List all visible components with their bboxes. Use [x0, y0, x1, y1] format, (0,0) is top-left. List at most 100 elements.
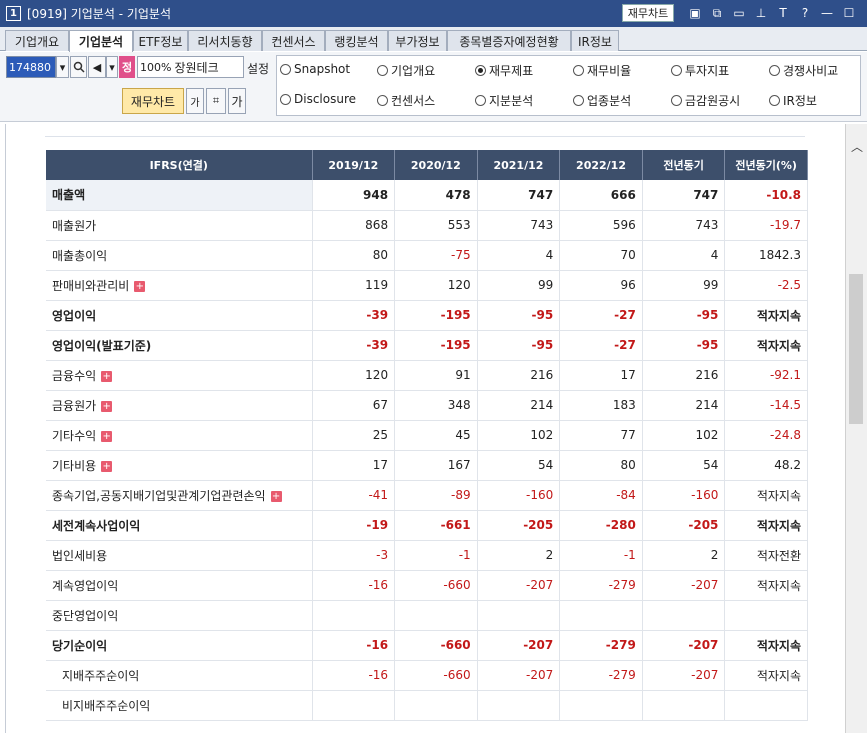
table-cell: 99	[642, 270, 726, 301]
content-divider	[45, 136, 805, 137]
radio-option-4[interactable]: 투자지표	[671, 62, 729, 79]
code-dropdown-icon[interactable]: ▾	[56, 56, 69, 78]
chart-icon[interactable]: ▣	[686, 4, 704, 22]
row-label: 중단영업이익	[46, 600, 313, 631]
table-cell: -207	[642, 570, 726, 601]
radio-dot-icon[interactable]	[769, 65, 780, 76]
radio-option-1[interactable]: 기업개요	[377, 62, 435, 79]
radio-dot-icon[interactable]	[573, 65, 584, 76]
zoom-label: 100%	[140, 60, 172, 74]
fit-icon[interactable]: ⌗	[206, 88, 226, 114]
table-row: 중단영업이익	[46, 600, 808, 631]
table-cell: 183	[559, 390, 643, 421]
tab-3[interactable]: 리서치동향	[188, 30, 262, 51]
maximize-icon[interactable]: ☐	[840, 4, 858, 22]
tab-8[interactable]: IR정보	[571, 30, 619, 51]
scroll-thumb[interactable]	[849, 274, 863, 424]
radio-dot-icon[interactable]	[671, 65, 682, 76]
scroll-up-icon[interactable]: ︿	[851, 138, 863, 155]
table-cell: 2	[477, 540, 561, 571]
radio-dot-icon[interactable]	[671, 95, 682, 106]
table-row: 판매비와관리비 +119 120 99 96 99 -2.5	[46, 270, 808, 301]
radio-option-9[interactable]: 업종분석	[573, 92, 631, 109]
radio-option-3[interactable]: 재무비율	[573, 62, 631, 79]
radio-dot-icon[interactable]	[377, 65, 388, 76]
table-cell	[477, 600, 561, 631]
tab-1[interactable]: 기업분석	[69, 30, 133, 52]
column-header[interactable]: 전년동기	[642, 150, 726, 180]
row-label-text: 중단영업이익	[52, 608, 119, 623]
finance-chart-button[interactable]: 재무차트	[122, 88, 184, 114]
expand-plus-icon[interactable]: +	[134, 280, 146, 292]
restore-icon[interactable]: ⧉	[708, 4, 726, 22]
menu-dropdown-icon[interactable]: ▾	[106, 56, 118, 78]
column-header[interactable]: 2020/12	[394, 150, 478, 180]
table-cell	[642, 600, 726, 631]
minimize-icon[interactable]: —	[818, 4, 836, 22]
table-cell: -16	[312, 660, 396, 691]
tab-0[interactable]: 기업개요	[5, 30, 69, 51]
font-increase-icon[interactable]: 가	[228, 88, 246, 114]
expand-plus-icon[interactable]: +	[101, 430, 113, 442]
expand-plus-icon[interactable]: +	[101, 370, 113, 382]
search-icon[interactable]	[70, 56, 87, 78]
radio-option-2[interactable]: 재무제표	[475, 62, 533, 79]
tab-4[interactable]: 컨센서스	[262, 30, 325, 51]
stock-code-input[interactable]: 174880	[6, 56, 56, 78]
help-icon[interactable]: ?	[796, 4, 814, 22]
radio-option-10[interactable]: 금감원공시	[671, 92, 740, 109]
radio-label: 재무제표	[489, 64, 534, 78]
pin-icon[interactable]: ⊥	[752, 4, 770, 22]
radio-dot-icon[interactable]	[377, 95, 388, 106]
font-decrease-icon[interactable]: 가	[186, 88, 204, 114]
radio-option-7[interactable]: 컨센서스	[377, 92, 435, 109]
expand-plus-icon[interactable]: +	[101, 460, 113, 472]
row-label-text: 기타수익	[52, 428, 97, 443]
setting-button[interactable]: 설정	[247, 60, 269, 77]
jung-badge[interactable]: 정	[119, 56, 135, 78]
window-icon[interactable]: ▭	[730, 4, 748, 22]
font-icon[interactable]: T	[774, 4, 792, 22]
table-cell: 적자지속	[724, 300, 808, 331]
row-label: 계속영업이익	[46, 570, 313, 601]
radio-option-0[interactable]: Snapshot	[280, 62, 350, 76]
radio-dot-icon[interactable]	[280, 93, 291, 105]
table-cell: 216	[642, 360, 726, 391]
table-cell: 214	[642, 390, 726, 421]
table-cell	[312, 600, 396, 631]
table-cell: 25	[312, 420, 396, 451]
radio-option-11[interactable]: IR정보	[769, 92, 817, 109]
company-field[interactable]: 100% 장원테크	[137, 56, 244, 78]
radio-option-8[interactable]: 지분분석	[475, 92, 533, 109]
tab-5[interactable]: 랭킹분석	[325, 30, 388, 51]
expand-plus-icon[interactable]: +	[101, 400, 113, 412]
tab-2[interactable]: ETF정보	[133, 30, 188, 51]
close-icon[interactable]: ✕	[862, 4, 867, 22]
column-header[interactable]: 전년동기(%)	[724, 150, 808, 180]
finance-chart-title-button[interactable]: 재무차트	[622, 4, 674, 22]
tab-7[interactable]: 종목별증자예정현황	[447, 30, 571, 51]
table-cell	[642, 690, 726, 721]
tab-6[interactable]: 부가정보	[388, 30, 447, 51]
radio-dot-icon[interactable]	[573, 95, 584, 106]
column-header[interactable]: 2021/12	[477, 150, 561, 180]
radio-option-6[interactable]: Disclosure	[280, 92, 356, 106]
radio-dot-icon[interactable]	[280, 63, 291, 75]
expand-plus-icon[interactable]: +	[270, 490, 282, 502]
speaker-icon[interactable]: ◀	[88, 56, 106, 78]
table-cell: -41	[312, 480, 396, 511]
row-label: 매출액	[46, 180, 313, 211]
radio-option-5[interactable]: 경쟁사비교	[769, 62, 838, 79]
row-label: 세전계속사업이익	[46, 510, 313, 541]
table-cell: -1	[559, 540, 643, 571]
row-label: 기타수익 +	[46, 420, 313, 451]
column-header[interactable]: 2019/12	[312, 150, 396, 180]
vertical-scrollbar[interactable]: ︿	[845, 124, 867, 733]
table-cell: 적자지속	[724, 510, 808, 541]
radio-dot-icon[interactable]	[475, 65, 486, 76]
radio-dot-icon[interactable]	[475, 95, 486, 106]
radio-dot-icon[interactable]	[769, 95, 780, 106]
column-header[interactable]: IFRS(연결)	[46, 150, 313, 180]
column-header[interactable]: 2022/12	[559, 150, 643, 180]
main-tabs: 기업개요 기업분석 ETF정보 리서치동향 컨센서스 랭킹분석 부가정보 종목별증자예정현황 I…	[0, 27, 867, 52]
